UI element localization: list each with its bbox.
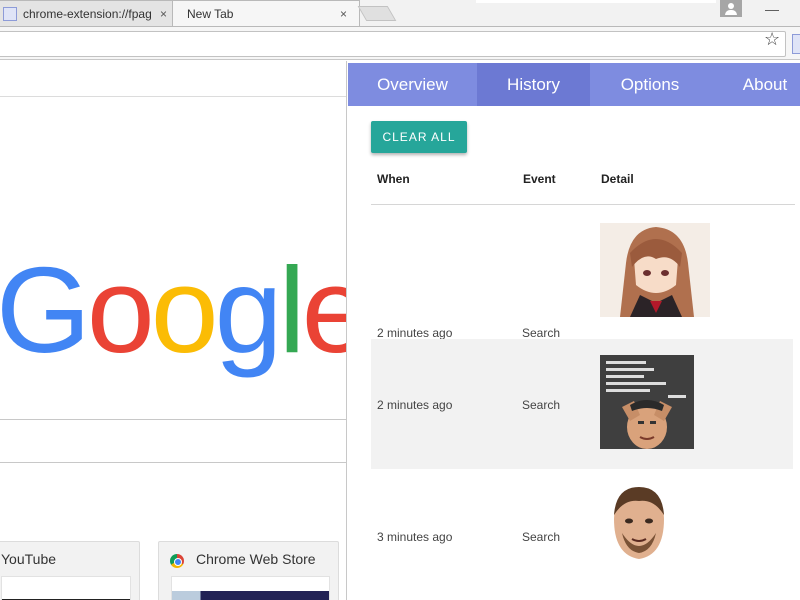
- tab-strip: chrome-extension://fpag × New Tab × —: [0, 0, 800, 26]
- google-logo: Google: [0, 242, 369, 378]
- tab-history[interactable]: History: [477, 63, 590, 106]
- tab-title: chrome-extension://fpag: [23, 7, 152, 21]
- column-header-detail: Detail: [601, 172, 634, 186]
- mic-icon: .: [0, 442, 1, 453]
- minimize-icon[interactable]: —: [762, 0, 782, 20]
- extension-icon[interactable]: [792, 34, 800, 54]
- tab-new-tab[interactable]: New Tab ×: [172, 0, 360, 26]
- row-event: Search: [522, 530, 561, 544]
- column-header-when: When: [377, 172, 410, 186]
- tile-title: YouTube: [1, 551, 57, 567]
- face-image[interactable]: [608, 485, 670, 561]
- row-when: 3 minutes ago: [377, 530, 453, 544]
- browser-toolbar: ☆: [0, 26, 800, 60]
- bookmark-star-icon[interactable]: ☆: [764, 29, 780, 49]
- new-tab-page: Google . YouTube Chrome Web Store: [0, 61, 369, 600]
- tab-title: New Tab: [187, 7, 234, 21]
- new-tab-button[interactable]: [357, 6, 397, 21]
- table-row: 2 minutes ago Search: [371, 339, 793, 469]
- most-visited-tile-youtube[interactable]: YouTube: [0, 541, 140, 600]
- tab-overview[interactable]: Overview: [348, 63, 477, 106]
- close-icon[interactable]: ×: [340, 1, 347, 26]
- chrome-web-store-icon: [170, 554, 184, 568]
- nav-bar: Overview History Options About: [348, 63, 800, 106]
- tabstrip-highlight: [476, 0, 716, 3]
- row-when: 2 minutes ago: [377, 398, 453, 412]
- anime-girl-image[interactable]: [600, 223, 710, 317]
- divider: [0, 96, 347, 97]
- table-row: 2 minutes ago Search: [371, 207, 793, 340]
- row-event: Search: [522, 398, 561, 412]
- logo-letter: o: [86, 242, 155, 378]
- column-header-event: Event: [523, 172, 556, 186]
- search-box[interactable]: .: [0, 419, 347, 463]
- page-icon: [3, 7, 17, 21]
- tile-thumbnail: [171, 576, 330, 600]
- most-visited-tile-web-store[interactable]: Chrome Web Store: [158, 541, 339, 600]
- tile-thumbnail: [1, 576, 131, 600]
- meme-image[interactable]: [600, 355, 694, 449]
- row-event: Search: [522, 326, 561, 340]
- logo-letter: G: [0, 242, 91, 378]
- table-row: 3 minutes ago Search: [371, 471, 793, 600]
- row-when: 2 minutes ago: [377, 326, 453, 340]
- close-icon[interactable]: ×: [160, 1, 167, 26]
- screen: { "browser": { "tabs": [ {"title": "chro…: [0, 0, 800, 600]
- tab-about[interactable]: About: [710, 63, 800, 106]
- extension-popup: Overview History Options About CLEAR ALL…: [347, 61, 800, 600]
- tab-extension[interactable]: chrome-extension://fpag ×: [0, 0, 180, 26]
- table-header: When Event Detail: [371, 169, 795, 205]
- logo-letter: o: [150, 242, 219, 378]
- logo-letter: g: [214, 242, 283, 378]
- tab-options[interactable]: Options: [590, 63, 710, 106]
- tile-title: Chrome Web Store: [196, 551, 316, 567]
- clear-all-button[interactable]: CLEAR ALL: [371, 121, 467, 153]
- logo-letter: l: [278, 242, 305, 378]
- address-bar[interactable]: [0, 31, 786, 57]
- profile-icon[interactable]: [720, 0, 742, 17]
